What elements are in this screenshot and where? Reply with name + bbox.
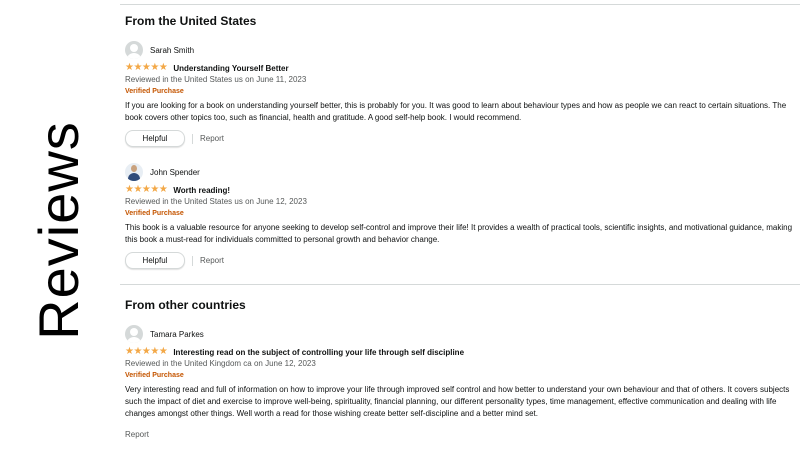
review-headline: ★★★★★ Interesting read on the subject of…	[125, 346, 795, 358]
review-headline: ★★★★★ Worth reading!	[125, 184, 795, 196]
reviewer-name[interactable]: Sarah Smith	[150, 46, 194, 55]
review-body: Very interesting read and full of inform…	[125, 385, 790, 418]
reviewer-row: Tamara Parkes	[125, 325, 795, 343]
star-rating-icon[interactable]: ★★★★★	[125, 185, 168, 195]
verified-badge: Verified Purchase	[125, 88, 184, 95]
reviewer-name[interactable]: John Spender	[150, 168, 200, 177]
review-meta: Reviewed in the United States us on June…	[125, 75, 307, 84]
star-rating-icon[interactable]: ★★★★★	[125, 347, 168, 357]
review-actions: Helpful Report	[125, 252, 795, 269]
report-link[interactable]: Report	[200, 134, 224, 143]
action-separator	[192, 133, 193, 144]
top-divider	[120, 4, 800, 5]
section-title-other: From other countries	[125, 298, 246, 312]
review-actions: Report	[125, 426, 795, 443]
review-meta: Reviewed in the United States us on June…	[125, 197, 307, 206]
action-separator	[192, 255, 193, 266]
page-side-title: Reviews	[8, 30, 108, 430]
report-link[interactable]: Report	[200, 256, 224, 265]
review-title[interactable]: Worth reading!	[173, 186, 230, 195]
photo-avatar-icon[interactable]	[125, 163, 143, 181]
section-title-us: From the United States	[125, 14, 257, 28]
helpful-button[interactable]: Helpful	[125, 130, 185, 147]
verified-badge: Verified Purchase	[125, 372, 184, 379]
reviewer-row: Sarah Smith	[125, 41, 795, 59]
reviewer-name[interactable]: Tamara Parkes	[150, 330, 204, 339]
report-link[interactable]: Report	[125, 430, 149, 439]
review-meta: Reviewed in the United Kingdom ca on Jun…	[125, 359, 316, 368]
reviewer-row: John Spender	[125, 163, 795, 181]
helpful-button[interactable]: Helpful	[125, 252, 185, 269]
reviews-panel: From the United States Sarah Smith ★★★★★…	[115, 0, 800, 450]
review-title[interactable]: Interesting read on the subject of contr…	[173, 348, 464, 357]
side-title-text: Reviews	[26, 120, 90, 340]
default-avatar-icon[interactable]	[125, 325, 143, 343]
review-item: Sarah Smith ★★★★★ Understanding Yourself…	[125, 41, 795, 147]
review-item: Tamara Parkes ★★★★★ Interesting read on …	[125, 325, 795, 443]
review-item: John Spender ★★★★★ Worth reading! Review…	[125, 163, 795, 269]
review-headline: ★★★★★ Understanding Yourself Better	[125, 62, 795, 74]
review-body: This book is a valuable resource for any…	[125, 223, 793, 244]
review-title[interactable]: Understanding Yourself Better	[173, 64, 288, 73]
verified-badge: Verified Purchase	[125, 210, 184, 217]
review-actions: Helpful Report	[125, 130, 795, 147]
review-body: If you are looking for a book on underst…	[125, 101, 787, 122]
section-divider	[120, 284, 800, 285]
star-rating-icon[interactable]: ★★★★★	[125, 63, 168, 73]
default-avatar-icon[interactable]	[125, 41, 143, 59]
